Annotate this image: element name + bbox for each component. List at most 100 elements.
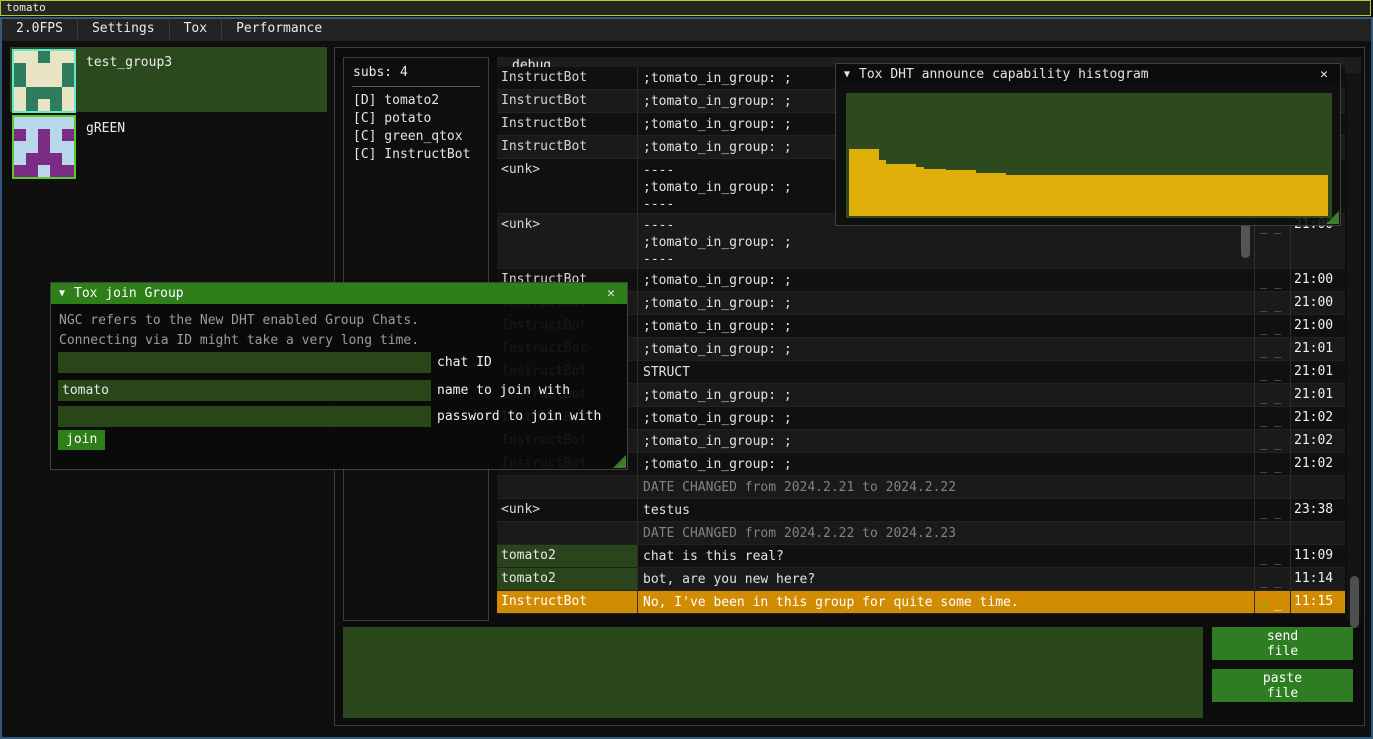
message-text: STRUCT — [638, 361, 1255, 383]
histogram-bar — [924, 169, 931, 216]
receipt-marks: __ — [1255, 269, 1291, 291]
receipt-mark: _ — [1274, 551, 1281, 567]
receipt-marks: __ — [1255, 384, 1291, 406]
receipt-marks — [1255, 522, 1291, 544]
paste-file-button[interactable]: paste file — [1212, 669, 1353, 702]
avatar-pixel — [62, 99, 74, 111]
receipt-mark: _ — [1274, 275, 1281, 291]
histogram-bar — [1321, 175, 1328, 216]
histogram-bar — [1231, 175, 1238, 216]
histogram-bar — [1298, 175, 1305, 216]
receipt-mark: _ — [1274, 298, 1281, 314]
menu-item-performance[interactable]: Performance — [222, 18, 336, 41]
avatar-pixel — [38, 129, 50, 141]
timestamp — [1291, 522, 1343, 544]
receipt-mark: _ — [1274, 367, 1281, 383]
join-password-label: password to join with — [437, 406, 601, 424]
timestamp: 23:38 — [1291, 499, 1343, 521]
send-file-button[interactable]: send file — [1212, 627, 1353, 660]
join-name-input[interactable] — [58, 380, 431, 401]
message-scrollbar-thumb[interactable] — [1241, 222, 1250, 258]
avatar-pixel — [26, 87, 38, 99]
receipt-mark: _ — [1274, 413, 1281, 429]
close-icon[interactable]: ✕ — [603, 286, 619, 301]
histogram-bar — [991, 173, 998, 216]
collapse-arrow-icon[interactable]: ▼ — [844, 69, 850, 80]
group-list-item[interactable]: test_group3 — [10, 47, 327, 112]
date-changed-row[interactable]: DATE CHANGED from 2024.2.22 to 2024.2.23 — [497, 522, 1345, 545]
date-changed-row[interactable]: DATE CHANGED from 2024.2.21 to 2024.2.22 — [497, 476, 1345, 499]
fps-indicator: 2.0FPS — [2, 18, 77, 41]
chat-id-input[interactable] — [58, 352, 431, 373]
histogram-bar — [1148, 175, 1155, 216]
timestamp: 21:00 — [1291, 269, 1343, 291]
histogram-bar — [886, 164, 893, 216]
group-list-item[interactable]: gREEN — [10, 113, 327, 172]
histogram-bar — [976, 173, 983, 216]
avatar-pixel — [14, 165, 26, 177]
histogram-bar — [1163, 175, 1170, 216]
subs-member[interactable]: [C] green_qtox — [344, 127, 488, 145]
histogram-bar — [1171, 175, 1178, 216]
avatar-pixel — [14, 51, 26, 63]
histogram-bar — [1268, 175, 1275, 216]
histogram-bar — [1074, 175, 1081, 216]
receipt-mark: _ — [1260, 220, 1267, 268]
message-text: ;tomato_in_group: ; — [638, 430, 1255, 452]
subs-member[interactable]: [C] potato — [344, 109, 488, 127]
histogram-bar — [1156, 175, 1163, 216]
receipt-mark: _ — [1274, 436, 1281, 452]
chat-scrollbar-thumb[interactable] — [1350, 576, 1359, 628]
close-icon[interactable]: ✕ — [1316, 67, 1332, 82]
chat-message-row[interactable]: tomato2chat is this real?__11:09 — [497, 545, 1345, 568]
histogram-bar — [1276, 175, 1283, 216]
receipt-marks: __ — [1255, 453, 1291, 475]
message-input[interactable] — [343, 627, 1203, 718]
histogram-bar — [1141, 175, 1148, 216]
avatar-pixel — [38, 51, 50, 63]
avatar-pixel — [26, 117, 38, 129]
histogram-bar — [1051, 175, 1058, 216]
receipt-mark: _ — [1260, 574, 1267, 590]
chat-message-row[interactable]: tomato2bot, are you new here?__11:14 — [497, 568, 1345, 591]
histogram-bar — [939, 169, 946, 216]
avatar-pixel — [62, 117, 74, 129]
histogram-bar — [1044, 175, 1051, 216]
subs-member[interactable]: [C] InstructBot — [344, 145, 488, 163]
receipt-marks: __ — [1255, 292, 1291, 314]
receipt-mark: _ — [1260, 390, 1267, 406]
window-title-bar: tomato — [0, 0, 1371, 16]
message-text: ;tomato_in_group: ; — [638, 453, 1255, 475]
receipt-mark: _ — [1274, 321, 1281, 337]
chat-scrollbar-track[interactable] — [1347, 73, 1361, 621]
avatar-pixel — [62, 141, 74, 153]
receipt-mark: _ — [1260, 551, 1267, 567]
message-text: ;tomato_in_group: ; — [638, 269, 1255, 291]
receipt-marks: __ — [1255, 499, 1291, 521]
join-button[interactable]: join — [58, 430, 105, 450]
chat-message-row[interactable]: <unk>testus__23:38 — [497, 499, 1345, 522]
receipt-mark: _ — [1260, 367, 1267, 383]
collapse-arrow-icon[interactable]: ▼ — [59, 288, 65, 299]
chat-message-row[interactable]: InstructBotNo, I've been in this group f… — [497, 591, 1345, 614]
receipt-marks: __ — [1255, 361, 1291, 383]
receipt-mark: _ — [1274, 220, 1281, 268]
menu-item-settings[interactable]: Settings — [78, 18, 169, 41]
histogram-bar — [1216, 175, 1223, 216]
histogram-bar — [1096, 175, 1103, 216]
join-group-titlebar[interactable]: ▼ Tox join Group ✕ — [51, 283, 627, 304]
subs-member[interactable]: [D] tomato2 — [344, 91, 488, 109]
resize-grip[interactable] — [613, 455, 626, 468]
dht-histogram-titlebar[interactable]: ▼ Tox DHT announce capability histogram … — [836, 64, 1340, 85]
join-password-input[interactable] — [58, 406, 431, 427]
resize-grip[interactable] — [1326, 211, 1339, 224]
histogram-bar — [849, 149, 856, 216]
receipt-mark: _ — [1260, 298, 1267, 314]
receipt-mark: _ — [1274, 390, 1281, 406]
menu-item-tox[interactable]: Tox — [170, 18, 221, 41]
avatar-pixel — [62, 51, 74, 63]
avatar-pixel — [26, 51, 38, 63]
receipt-mark: _ — [1274, 344, 1281, 360]
receipt-mark: _ — [1274, 459, 1281, 475]
receipt-marks: __ — [1255, 338, 1291, 360]
